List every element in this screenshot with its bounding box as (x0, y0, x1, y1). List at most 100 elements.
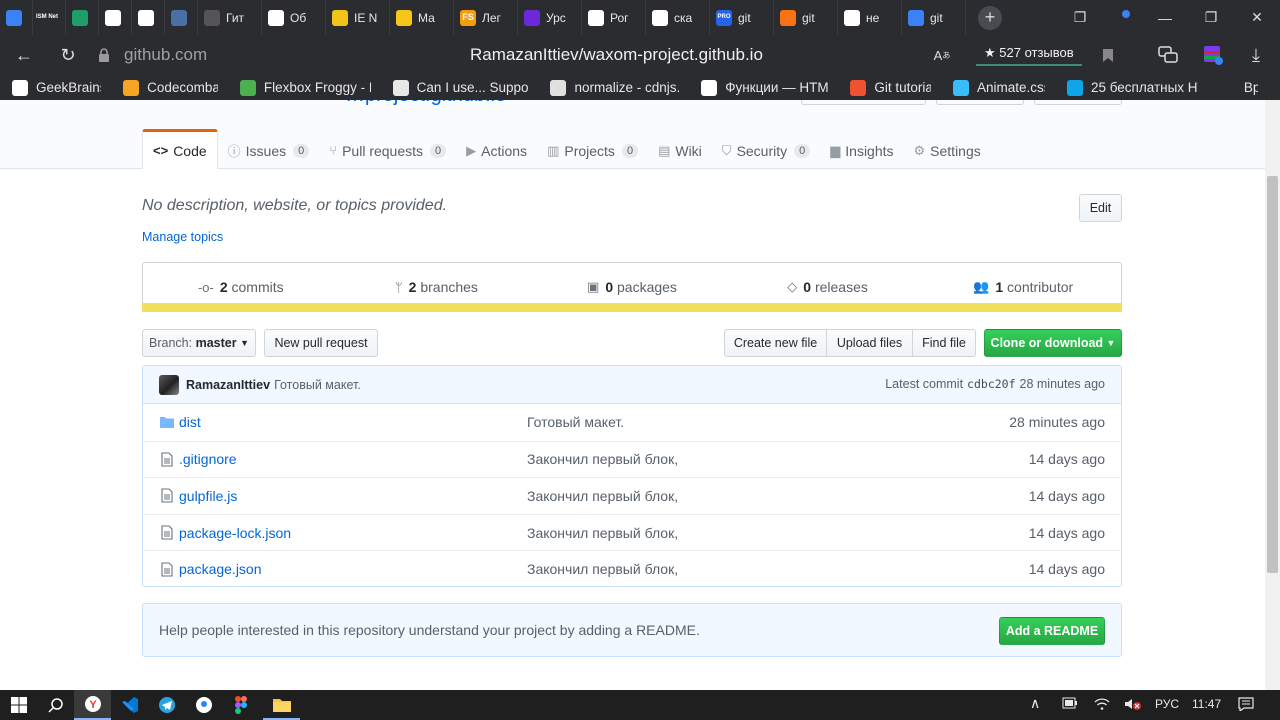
minimize-icon[interactable]: — (1142, 0, 1188, 35)
action-center-icon[interactable] (1238, 697, 1254, 714)
commit-sha[interactable]: cdbc20f (967, 377, 1015, 391)
scrollbar-thumb[interactable] (1267, 176, 1278, 573)
upload-files-button[interactable]: Upload files (826, 329, 913, 357)
bookmark-item[interactable]: Функции — HTML (701, 79, 828, 96)
new-pull-request-button[interactable]: New pull request (264, 329, 378, 357)
browser-tab[interactable]: git (902, 0, 966, 35)
file-name-link[interactable]: gulpfile.js (179, 488, 237, 504)
manage-topics-link[interactable]: Manage topics (142, 230, 223, 244)
back-arrow-icon[interactable]: ← (12, 43, 36, 67)
windows-start-icon[interactable] (0, 690, 37, 720)
search-icon[interactable] (37, 690, 74, 720)
browser-tab[interactable]: Об (262, 0, 326, 35)
create-new-file-button[interactable]: Create new file (724, 329, 827, 357)
file-row[interactable]: .gitignore Закончил первый блок, 14 days a… (143, 440, 1121, 478)
star-button[interactable] (936, 100, 1024, 105)
browser-tab[interactable] (165, 0, 198, 35)
reviews-badge[interactable]: ★ 527 отзывов (976, 42, 1082, 66)
winrar-extension-icon[interactable] (1201, 43, 1225, 67)
bookmark-item[interactable]: Вр (1219, 79, 1258, 96)
tab-pull-requests[interactable]: ⑂ Pull requests 0 (319, 129, 456, 169)
browser-tab[interactable]: IE N (326, 0, 390, 35)
tab-code[interactable]: <> Code (142, 129, 218, 170)
file-commit-message[interactable]: Готовый макет. (527, 414, 624, 430)
tab-wiki[interactable]: ▤ Wiki (648, 129, 712, 169)
reload-icon[interactable]: ↻ (56, 43, 80, 67)
volume-muted-icon[interactable] (1124, 697, 1142, 714)
bookmark-item[interactable]: Animate.css (953, 79, 1045, 96)
yandex-browser-icon[interactable]: Y (74, 690, 111, 720)
commit-author[interactable]: RamazanIttiev (186, 378, 270, 392)
bookmark-item[interactable]: 25 бесплатных HT (1066, 79, 1198, 96)
telegram-icon[interactable] (148, 690, 185, 720)
page-scrollbar[interactable] (1265, 100, 1280, 690)
watch-button[interactable] (801, 100, 926, 105)
tab-settings[interactable]: ⚙ Settings (904, 129, 991, 169)
commit-message[interactable]: Готовый макет. (274, 378, 361, 392)
chat-bubbles-icon[interactable] (1156, 43, 1180, 67)
input-language[interactable]: РУС (1155, 697, 1179, 711)
browser-tab[interactable]: FS Лег (454, 0, 518, 35)
file-row[interactable]: dist Готовый макет. 28 minutes ago (143, 404, 1121, 441)
browser-tab[interactable]: Ма (390, 0, 454, 35)
file-name-link[interactable]: package-lock.json (179, 525, 291, 541)
bookmark-item[interactable]: Git tutorial (850, 79, 931, 96)
bookmark-item[interactable]: Can I use... Support (392, 79, 528, 96)
browser-tab[interactable] (66, 0, 99, 35)
page-title[interactable]: RamazanIttiev/waxom-project.github.io (470, 45, 763, 65)
browser-tab[interactable]: PRO git (710, 0, 774, 35)
tab-security[interactable]: ⛉ Security 0 (712, 129, 820, 169)
file-explorer-icon[interactable] (263, 690, 300, 720)
file-name-link[interactable]: dist (179, 414, 201, 430)
branch-select-button[interactable]: Branch: master ▼ (142, 329, 256, 357)
browser-tab[interactable] (0, 0, 33, 35)
browser-tab[interactable]: git (774, 0, 838, 35)
browser-tab[interactable]: не (838, 0, 902, 35)
file-commit-message[interactable]: Закончил первый блок, (527, 525, 678, 541)
file-name-link[interactable]: .gitignore (179, 451, 237, 467)
file-commit-message[interactable]: Закончил первый блок, (527, 561, 678, 577)
bookmark-item[interactable]: normalize - cdnjs.c (550, 79, 679, 96)
restore-icon[interactable]: ❐ (1188, 0, 1234, 35)
sourcetree-icon[interactable] (185, 690, 222, 720)
browser-tab[interactable] (132, 0, 165, 35)
browser-tab[interactable] (99, 0, 132, 35)
bookmark-item[interactable]: Flexbox Froggy - И (239, 79, 371, 96)
browser-tab[interactable]: ISM Net (33, 0, 66, 35)
fork-button[interactable] (1034, 100, 1122, 105)
browser-tab[interactable]: Гит (198, 0, 262, 35)
tab-projects[interactable]: ▥ Projects 0 (537, 129, 648, 169)
file-commit-message[interactable]: Закончил первый блок, (527, 451, 678, 467)
figma-icon[interactable] (222, 690, 259, 720)
collections-icon[interactable]: ❐ (1057, 0, 1103, 35)
browser-tab[interactable]: Рог (582, 0, 646, 35)
tab-insights[interactable]: ▆ Insights (820, 129, 903, 169)
wifi-icon[interactable] (1094, 697, 1110, 714)
add-readme-button[interactable]: Add a README (999, 617, 1105, 645)
file-row[interactable]: package.json Закончил первый блок, 14 days… (143, 550, 1121, 586)
browser-tab[interactable]: Урс (518, 0, 582, 35)
clock[interactable]: 11:47 (1192, 697, 1221, 711)
file-row[interactable]: package-lock.json Закончил первый блок, 14… (143, 513, 1121, 551)
browser-tab[interactable]: ска (646, 0, 710, 35)
file-name-link[interactable]: package.json (179, 561, 262, 577)
bookmark-icon[interactable] (1096, 43, 1120, 67)
file-commit-message[interactable]: Закончил первый блок, (527, 488, 678, 504)
tab-issues[interactable]: ⓘ Issues 0 (218, 129, 320, 169)
clone-or-download-button[interactable]: Clone or download ▼ (984, 329, 1122, 357)
find-file-button[interactable]: Find file (912, 329, 976, 357)
chevron-up-icon[interactable]: ∧ (1030, 695, 1040, 712)
address-domain[interactable]: github.com (124, 45, 207, 65)
battery-icon[interactable] (1062, 697, 1078, 712)
download-icon[interactable]: ⤓ (1244, 43, 1268, 67)
bookmark-item[interactable]: GeekBrains (12, 79, 101, 96)
vscode-icon[interactable] (111, 690, 148, 720)
close-icon[interactable]: ✕ (1234, 0, 1280, 35)
bookmark-item[interactable]: Codecombat (123, 79, 218, 96)
language-bar[interactable] (142, 303, 1122, 312)
new-tab-plus-icon[interactable]: + (978, 5, 1002, 30)
avatar[interactable] (159, 374, 179, 395)
file-row[interactable]: gulpfile.js Закончил первый блок, 14 days … (143, 477, 1121, 514)
tab-actions[interactable]: ▶ Actions (456, 129, 537, 169)
translate-icon[interactable]: Aあ (930, 43, 954, 67)
